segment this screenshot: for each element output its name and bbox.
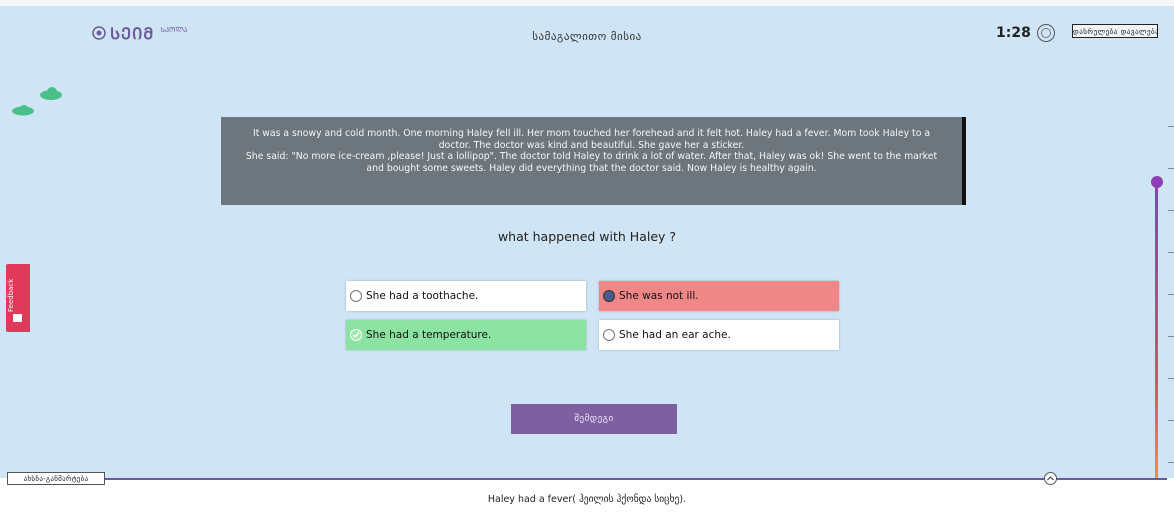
progress-marker (1151, 176, 1163, 188)
timer: 1:28 (996, 24, 1055, 42)
answer-option-selected-wrong[interactable]: She was not ill. (599, 281, 839, 311)
radio-button[interactable] (603, 329, 615, 341)
answer-label: She had a temperature. (366, 329, 492, 341)
feedback-icon (13, 314, 22, 322)
feedback-label: Feedback (7, 278, 15, 312)
cloud-icon (40, 87, 62, 100)
question-text: what happened with Haley ? (497, 229, 677, 244)
progress-tick (1168, 378, 1174, 379)
feedback-tab[interactable]: Feedback (6, 264, 30, 332)
progress-tick (1168, 126, 1174, 127)
quiz-screen: ᲡᲔᲘᲛ ᲡᲙᲝᲚᲐ სამაგალითო მისია 1:28 დასრულე… (0, 0, 1174, 526)
answer-option[interactable]: She had an ear ache. (599, 320, 839, 350)
progress-tick (1168, 210, 1174, 211)
explanation-divider (7, 478, 1167, 480)
passage-paragraph: It was a snowy and cold month. One morni… (252, 128, 931, 151)
answer-label: She had an ear ache. (619, 329, 731, 341)
answer-option-correct[interactable]: She had a temperature. (346, 320, 586, 350)
chevron-up-icon[interactable] (1044, 472, 1057, 485)
progress-tick (1168, 252, 1174, 253)
passage-paragraph: She said: "No more ice-cream ,please! Ju… (245, 151, 938, 174)
progress-tick (1168, 168, 1174, 169)
answer-label: She was not ill. (619, 290, 699, 302)
explanation-text: Haley had a fever( ჰეილის ჰქონდა სიცხე). (487, 494, 687, 505)
answer-option[interactable]: She had a toothache. (346, 281, 586, 311)
cloud-icon (12, 105, 34, 116)
progress-tick (1168, 294, 1174, 295)
progress-tick (1168, 336, 1174, 337)
radio-button-selected[interactable] (603, 290, 615, 302)
check-icon (350, 329, 362, 341)
top-strip (0, 0, 1174, 6)
answer-label: She had a toothache. (366, 290, 479, 302)
timer-value: 1:28 (996, 25, 1031, 41)
progress-track (1155, 181, 1158, 478)
progress-tick (1168, 462, 1174, 463)
explanation-tab[interactable]: ახსნა-განმარტება (7, 472, 105, 485)
progress-tick (1168, 420, 1174, 421)
next-button[interactable]: შემდეგი (511, 404, 677, 434)
reading-passage: It was a snowy and cold month. One morni… (221, 117, 966, 205)
timer-icon (1036, 24, 1055, 42)
end-task-button[interactable]: დასრულება დავალებაში (1072, 24, 1158, 38)
radio-button[interactable] (350, 290, 362, 302)
